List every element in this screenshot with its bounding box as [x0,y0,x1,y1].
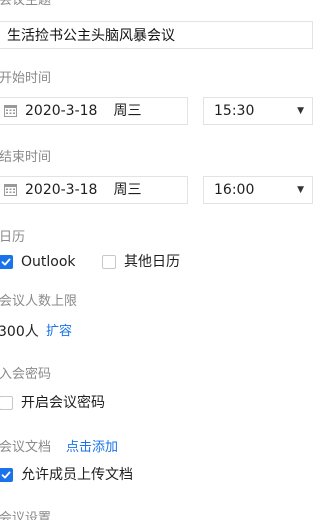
calendar-label: 日历 [0,230,26,245]
calendar-icon [4,100,17,117]
checkmark-icon [1,258,11,266]
chevron-down-icon: ▼ [297,106,304,116]
end-time-select[interactable]: 16:00 ▼ [203,176,313,204]
start-weekday: 周三 [113,103,142,119]
topic-label: 会议主题 [0,0,52,8]
documents-label: 会议文档 [0,440,52,455]
other-calendar-checkbox[interactable] [102,255,116,269]
chevron-down-icon: ▼ [297,185,304,195]
capacity-value: 300人 [0,324,39,340]
allow-upload-option-label[interactable]: 允许成员上传文档 [21,466,133,484]
end-weekday: 周三 [113,182,142,198]
end-date-picker[interactable]: 2020-3-18 周三 [0,176,188,204]
end-time-label: 结束时间 [0,150,52,165]
start-time-value: 15:30 [214,103,255,119]
password-label: 入会密码 [0,367,52,382]
start-date-picker[interactable]: 2020-3-18 周三 [0,97,188,125]
end-date-value: 2020-3-18 [25,182,98,198]
outlook-option-label[interactable]: Outlook [21,253,76,271]
add-document-link[interactable]: 点击添加 [66,439,118,457]
expand-capacity-link[interactable]: 扩容 [46,323,72,341]
other-calendar-option-label[interactable]: 其他日历 [124,253,180,271]
end-time-value: 16:00 [214,182,255,198]
start-time-label: 开始时间 [0,71,52,86]
calendar-icon [4,179,17,196]
password-option-label[interactable]: 开启会议密码 [21,394,105,412]
allow-upload-checkbox[interactable] [0,468,13,482]
checkmark-icon [1,471,11,479]
capacity-label: 会议人数上限 [0,294,78,309]
password-checkbox[interactable] [0,396,13,410]
settings-label: 会议设置 [0,511,52,520]
topic-input[interactable] [0,21,313,49]
outlook-checkbox[interactable] [0,255,13,269]
start-time-select[interactable]: 15:30 ▼ [203,97,313,125]
start-date-value: 2020-3-18 [25,103,98,119]
